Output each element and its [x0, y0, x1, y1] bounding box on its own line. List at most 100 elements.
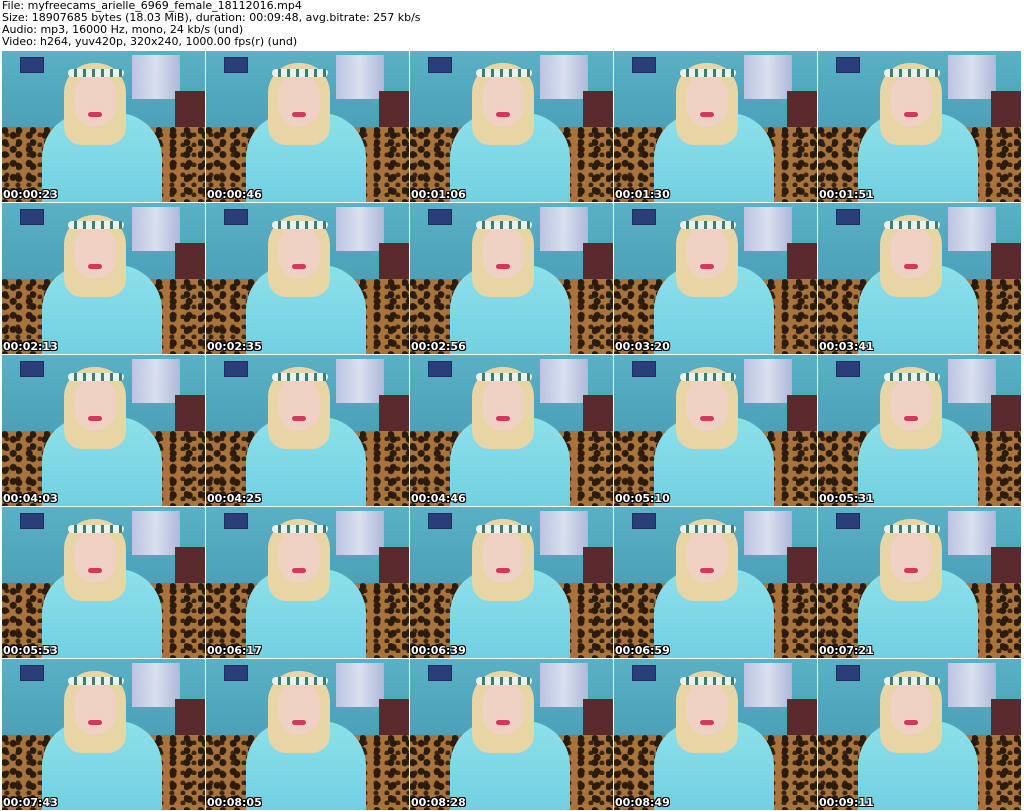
person-face — [482, 75, 524, 127]
curtain — [336, 511, 384, 555]
wall-picture — [428, 57, 452, 73]
curtain — [336, 55, 384, 99]
video-thumbnail: 00:09:11 — [818, 659, 1021, 810]
flower-headband — [680, 373, 736, 381]
wall-picture — [224, 57, 248, 73]
video-thumbnail: 00:07:21 — [818, 507, 1021, 658]
curtain — [132, 511, 180, 555]
thumbnail-timestamp: 00:08:28 — [411, 796, 466, 809]
video-thumbnail: 00:03:20 — [614, 203, 817, 354]
wall-picture — [428, 361, 452, 377]
video-thumbnail: 00:00:23 — [2, 51, 205, 202]
person-face — [278, 75, 320, 127]
thumbnail-timestamp: 00:05:31 — [819, 492, 874, 505]
person-lips — [292, 264, 306, 269]
person-lips — [700, 568, 714, 573]
person-lips — [292, 112, 306, 117]
person-face — [890, 683, 932, 735]
curtain — [540, 55, 588, 99]
wall-picture — [632, 513, 656, 529]
thumbnail-timestamp: 00:01:30 — [615, 188, 670, 201]
person-face — [278, 227, 320, 279]
video-thumbnail: 00:08:28 — [410, 659, 613, 810]
thumbnail-timestamp: 00:02:35 — [207, 340, 262, 353]
wall-picture — [224, 665, 248, 681]
curtain — [744, 207, 792, 251]
flower-headband — [68, 373, 124, 381]
flower-headband — [680, 525, 736, 533]
person-face — [482, 683, 524, 735]
curtain — [132, 359, 180, 403]
person-lips — [496, 112, 510, 117]
curtain — [336, 359, 384, 403]
person-face — [74, 379, 116, 431]
person-face — [890, 75, 932, 127]
person-face — [74, 227, 116, 279]
person-lips — [904, 112, 918, 117]
person-face — [686, 227, 728, 279]
file-info-header: File: myfreecams_arielle_6969_female_181… — [2, 0, 421, 48]
wall-picture — [632, 665, 656, 681]
person-lips — [88, 264, 102, 269]
thumbnail-timestamp: 00:02:13 — [3, 340, 58, 353]
video-thumbnail: 00:04:25 — [206, 355, 409, 506]
wall-picture — [836, 513, 860, 529]
thumbnail-timestamp: 00:08:49 — [615, 796, 670, 809]
person-face — [686, 75, 728, 127]
video-thumbnail: 00:05:31 — [818, 355, 1021, 506]
video-thumbnail: 00:04:03 — [2, 355, 205, 506]
person-lips — [904, 416, 918, 421]
thumbnail-timestamp: 00:06:17 — [207, 644, 262, 657]
video-thumbnail: 00:05:10 — [614, 355, 817, 506]
curtain — [948, 207, 996, 251]
person-lips — [700, 264, 714, 269]
curtain — [744, 55, 792, 99]
thumbnail-timestamp: 00:07:21 — [819, 644, 874, 657]
video-thumbnail: 00:08:49 — [614, 659, 817, 810]
video-thumbnail: 00:06:59 — [614, 507, 817, 658]
person-face — [482, 379, 524, 431]
person-face — [278, 531, 320, 583]
wall-picture — [836, 361, 860, 377]
person-face — [686, 683, 728, 735]
person-face — [686, 379, 728, 431]
flower-headband — [68, 677, 124, 685]
flower-headband — [272, 69, 328, 77]
thumbnail-timestamp: 00:06:59 — [615, 644, 670, 657]
video-thumbnail: 00:01:06 — [410, 51, 613, 202]
flower-headband — [884, 373, 940, 381]
video-info-line: Video: h264, yuv420p, 320x240, 1000.00 f… — [2, 35, 298, 48]
video-thumbnail: 00:02:35 — [206, 203, 409, 354]
curtain — [336, 207, 384, 251]
wall-picture — [20, 513, 44, 529]
video-thumbnail: 00:03:41 — [818, 203, 1021, 354]
video-thumbnail: 00:01:30 — [614, 51, 817, 202]
flower-headband — [272, 221, 328, 229]
wall-picture — [20, 209, 44, 225]
curtain — [132, 663, 180, 707]
person-face — [890, 531, 932, 583]
thumbnail-grid: 00:00:23 00:00:46 00:01:06 00:01:30 00:01:51… — [2, 51, 1022, 811]
thumbnail-timestamp: 00:09:11 — [819, 796, 874, 809]
curtain — [540, 511, 588, 555]
thumbnail-timestamp: 00:00:46 — [207, 188, 262, 201]
curtain — [540, 359, 588, 403]
flower-headband — [680, 677, 736, 685]
video-thumbnail: 00:07:43 — [2, 659, 205, 810]
person-lips — [904, 568, 918, 573]
flower-headband — [68, 69, 124, 77]
curtain — [948, 663, 996, 707]
wall-picture — [836, 209, 860, 225]
flower-headband — [476, 373, 532, 381]
person-lips — [496, 720, 510, 725]
flower-headband — [884, 677, 940, 685]
thumbnail-timestamp: 00:05:10 — [615, 492, 670, 505]
wall-picture — [632, 57, 656, 73]
thumbnail-timestamp: 00:02:56 — [411, 340, 466, 353]
person-lips — [496, 568, 510, 573]
flower-headband — [476, 69, 532, 77]
video-thumbnail: 00:01:51 — [818, 51, 1021, 202]
wall-picture — [836, 57, 860, 73]
wall-picture — [428, 665, 452, 681]
thumbnail-timestamp: 00:05:53 — [3, 644, 58, 657]
